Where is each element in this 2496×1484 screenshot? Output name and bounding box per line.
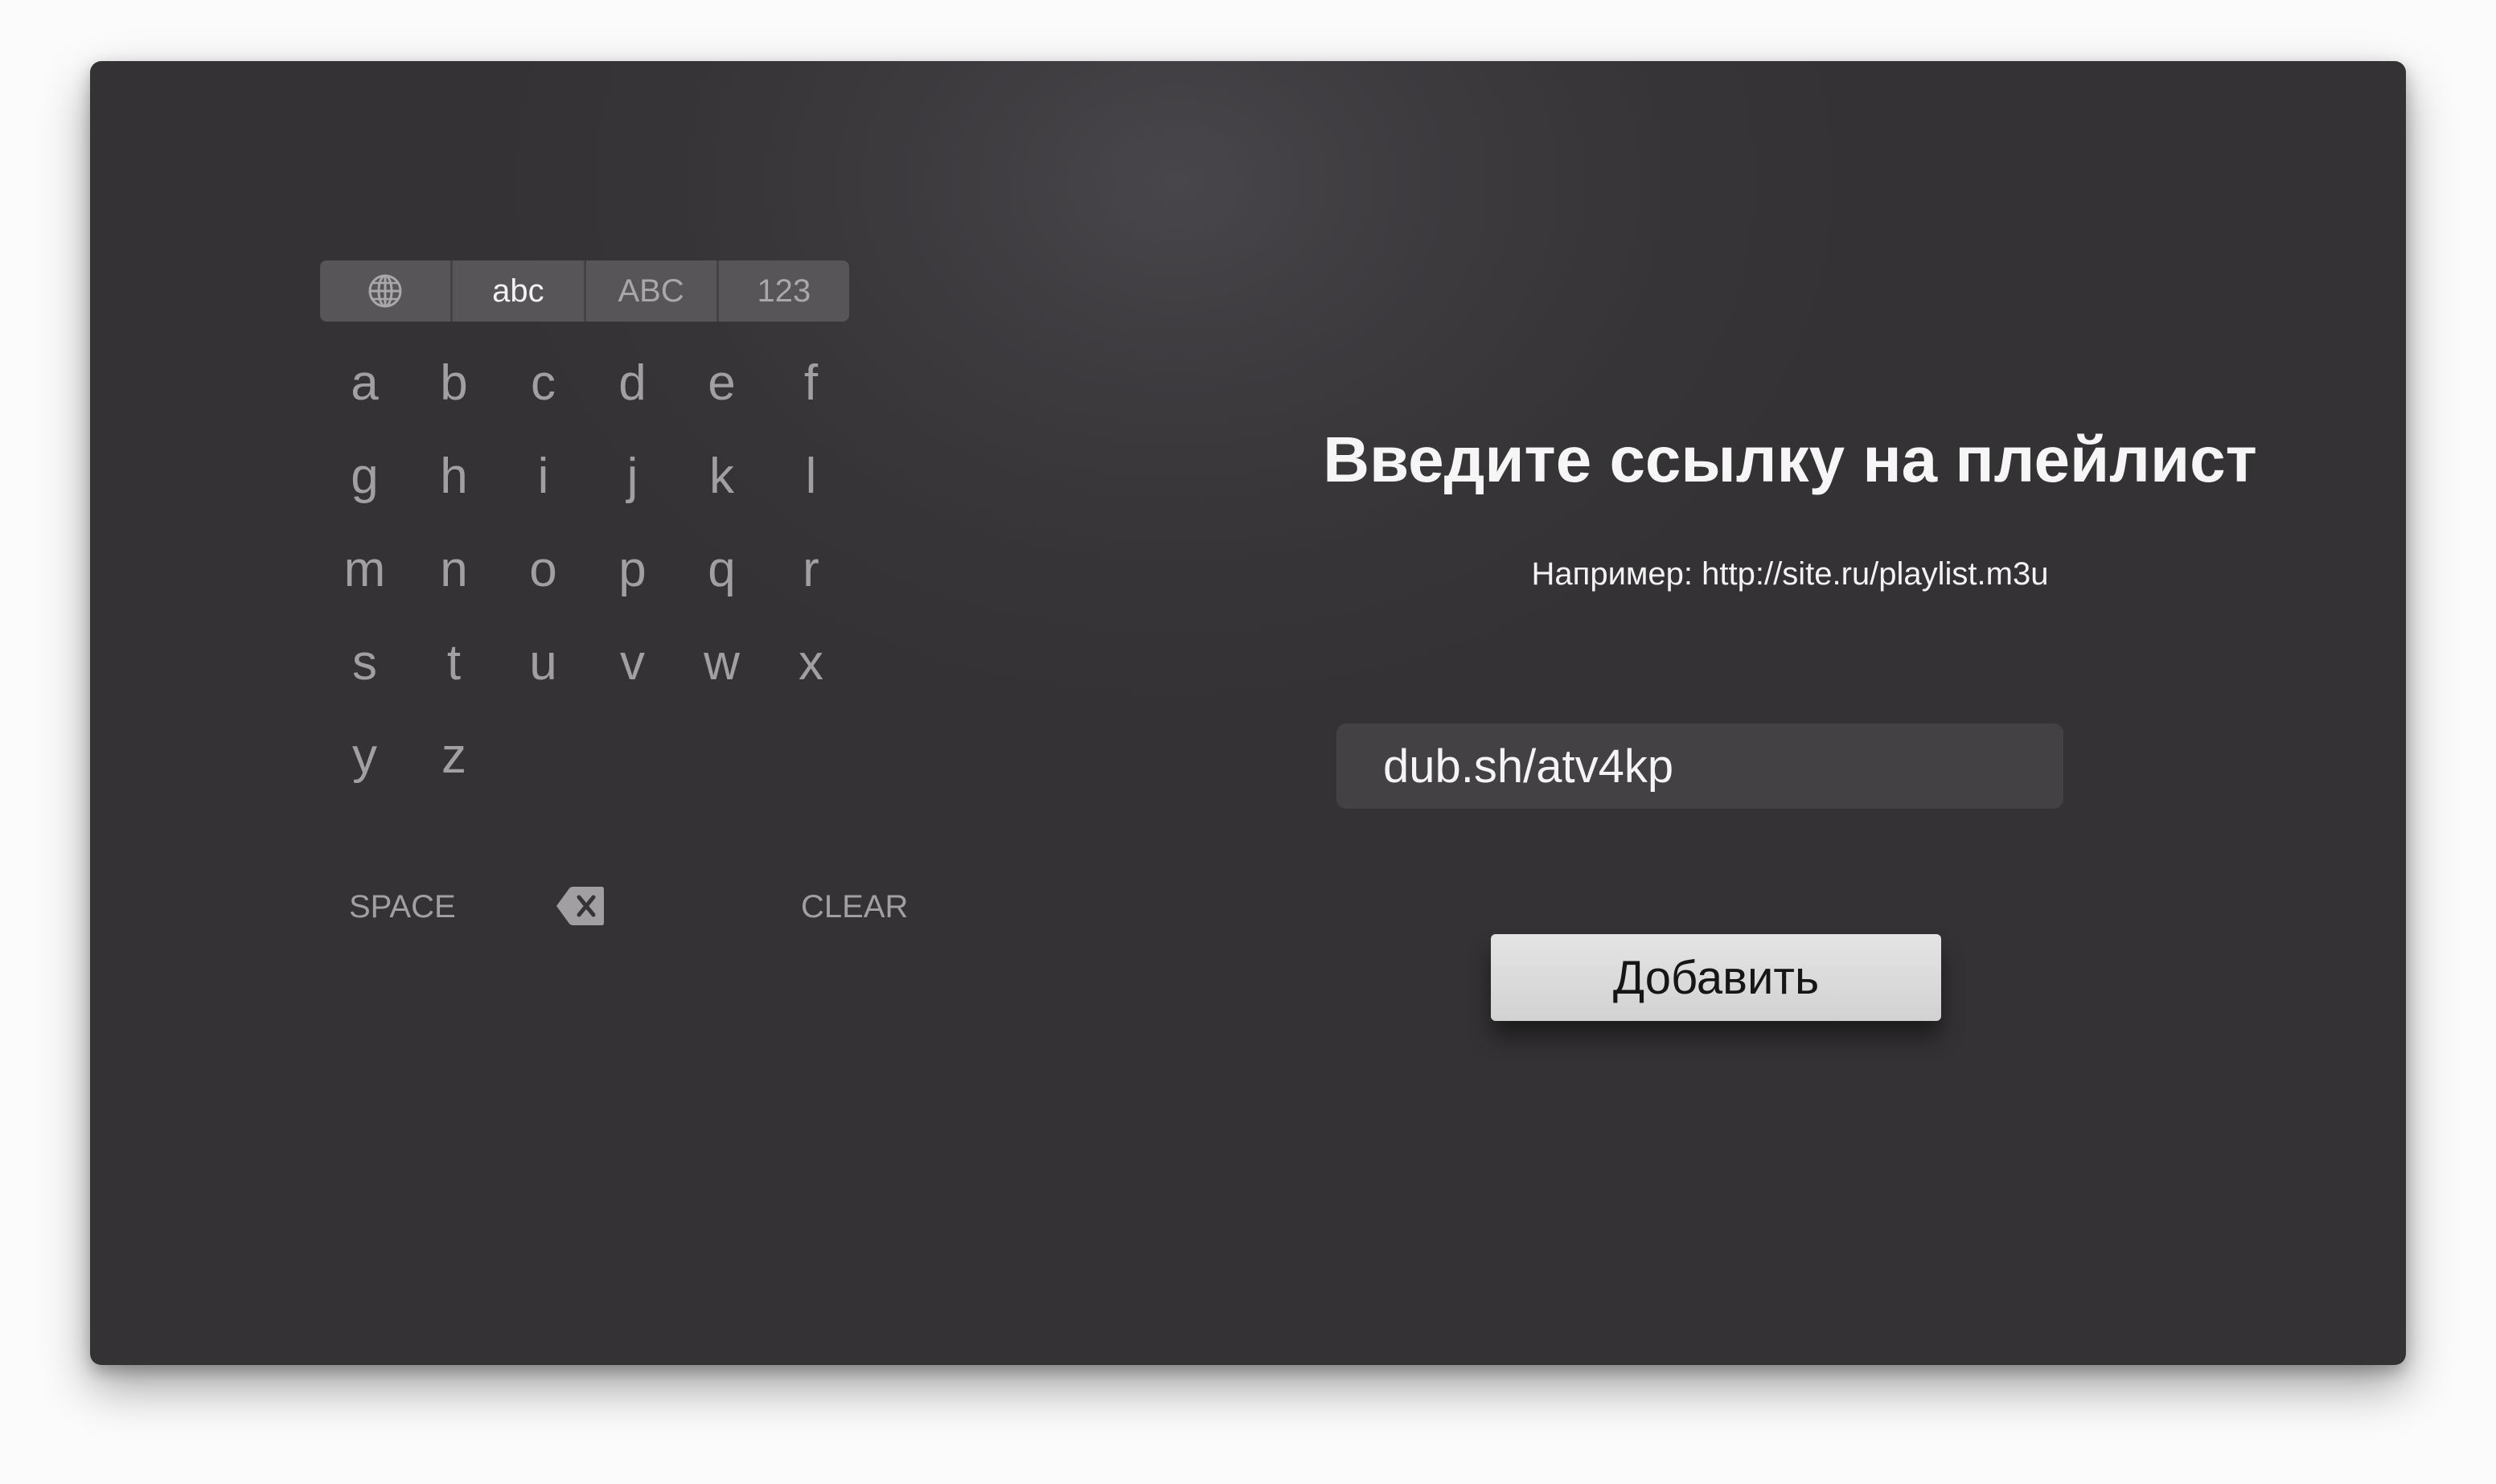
keyboard-bottom-row: SPACE CLEAR [320, 881, 908, 937]
space-key[interactable]: SPACE [349, 889, 456, 925]
keyboard-mode-numbers[interactable]: 123 [719, 260, 849, 322]
key-y[interactable]: y [320, 728, 409, 822]
add-button[interactable]: Добавить [1491, 934, 1941, 1021]
key-m[interactable]: m [320, 542, 409, 635]
key-g[interactable]: g [320, 449, 409, 542]
keyboard-row: y z [320, 728, 856, 822]
key-i[interactable]: i [499, 449, 588, 542]
backspace-key[interactable] [553, 884, 606, 932]
key-o[interactable]: o [499, 542, 588, 635]
key-d[interactable]: d [588, 355, 677, 449]
key-a[interactable]: a [320, 355, 409, 449]
key-q[interactable]: q [677, 542, 766, 635]
backspace-icon [556, 887, 604, 925]
keyboard-mode-abc[interactable]: abc [453, 260, 586, 322]
clear-key[interactable]: CLEAR [801, 889, 908, 925]
key-p[interactable]: p [588, 542, 677, 635]
key-x[interactable]: x [766, 635, 856, 728]
key-c[interactable]: c [499, 355, 588, 449]
keyboard-mode-globe[interactable] [320, 260, 454, 322]
keyboard-mode-selector: abc ABC 123 [320, 260, 849, 322]
key-e[interactable]: e [677, 355, 766, 449]
key-z[interactable]: z [409, 728, 499, 822]
page-title: Введите ссылку на плейлист [1323, 424, 2257, 495]
key-j[interactable]: j [588, 449, 677, 542]
key-w[interactable]: w [677, 635, 766, 728]
key-n[interactable]: n [409, 542, 499, 635]
keyboard-row: g h i j k l [320, 449, 856, 542]
key-r[interactable]: r [766, 542, 856, 635]
keyboard-row: a b c d e f [320, 355, 856, 449]
keyboard-mode-uppercase[interactable]: ABC [586, 260, 719, 322]
key-u[interactable]: u [499, 635, 588, 728]
keyboard-row: m n o p q r [320, 542, 856, 635]
playlist-url-value: dub.sh/atv4kp [1383, 740, 1674, 793]
key-h[interactable]: h [409, 449, 499, 542]
key-v[interactable]: v [588, 635, 677, 728]
globe-icon [368, 274, 402, 308]
tv-screen: abc ABC 123 a b c d e f g h i j k l m n … [90, 61, 2406, 1365]
keyboard-row: s t u v w x [320, 635, 856, 728]
key-k[interactable]: k [677, 449, 766, 542]
key-f[interactable]: f [766, 355, 856, 449]
key-l[interactable]: l [766, 449, 856, 542]
playlist-url-input[interactable]: dub.sh/atv4kp [1336, 724, 2063, 809]
keyboard-keys: a b c d e f g h i j k l m n o p q r s t … [320, 355, 856, 822]
key-s[interactable]: s [320, 635, 409, 728]
key-b[interactable]: b [409, 355, 499, 449]
key-t[interactable]: t [409, 635, 499, 728]
example-hint: Например: http://site.ru/playlist.m3u [1531, 556, 2049, 592]
